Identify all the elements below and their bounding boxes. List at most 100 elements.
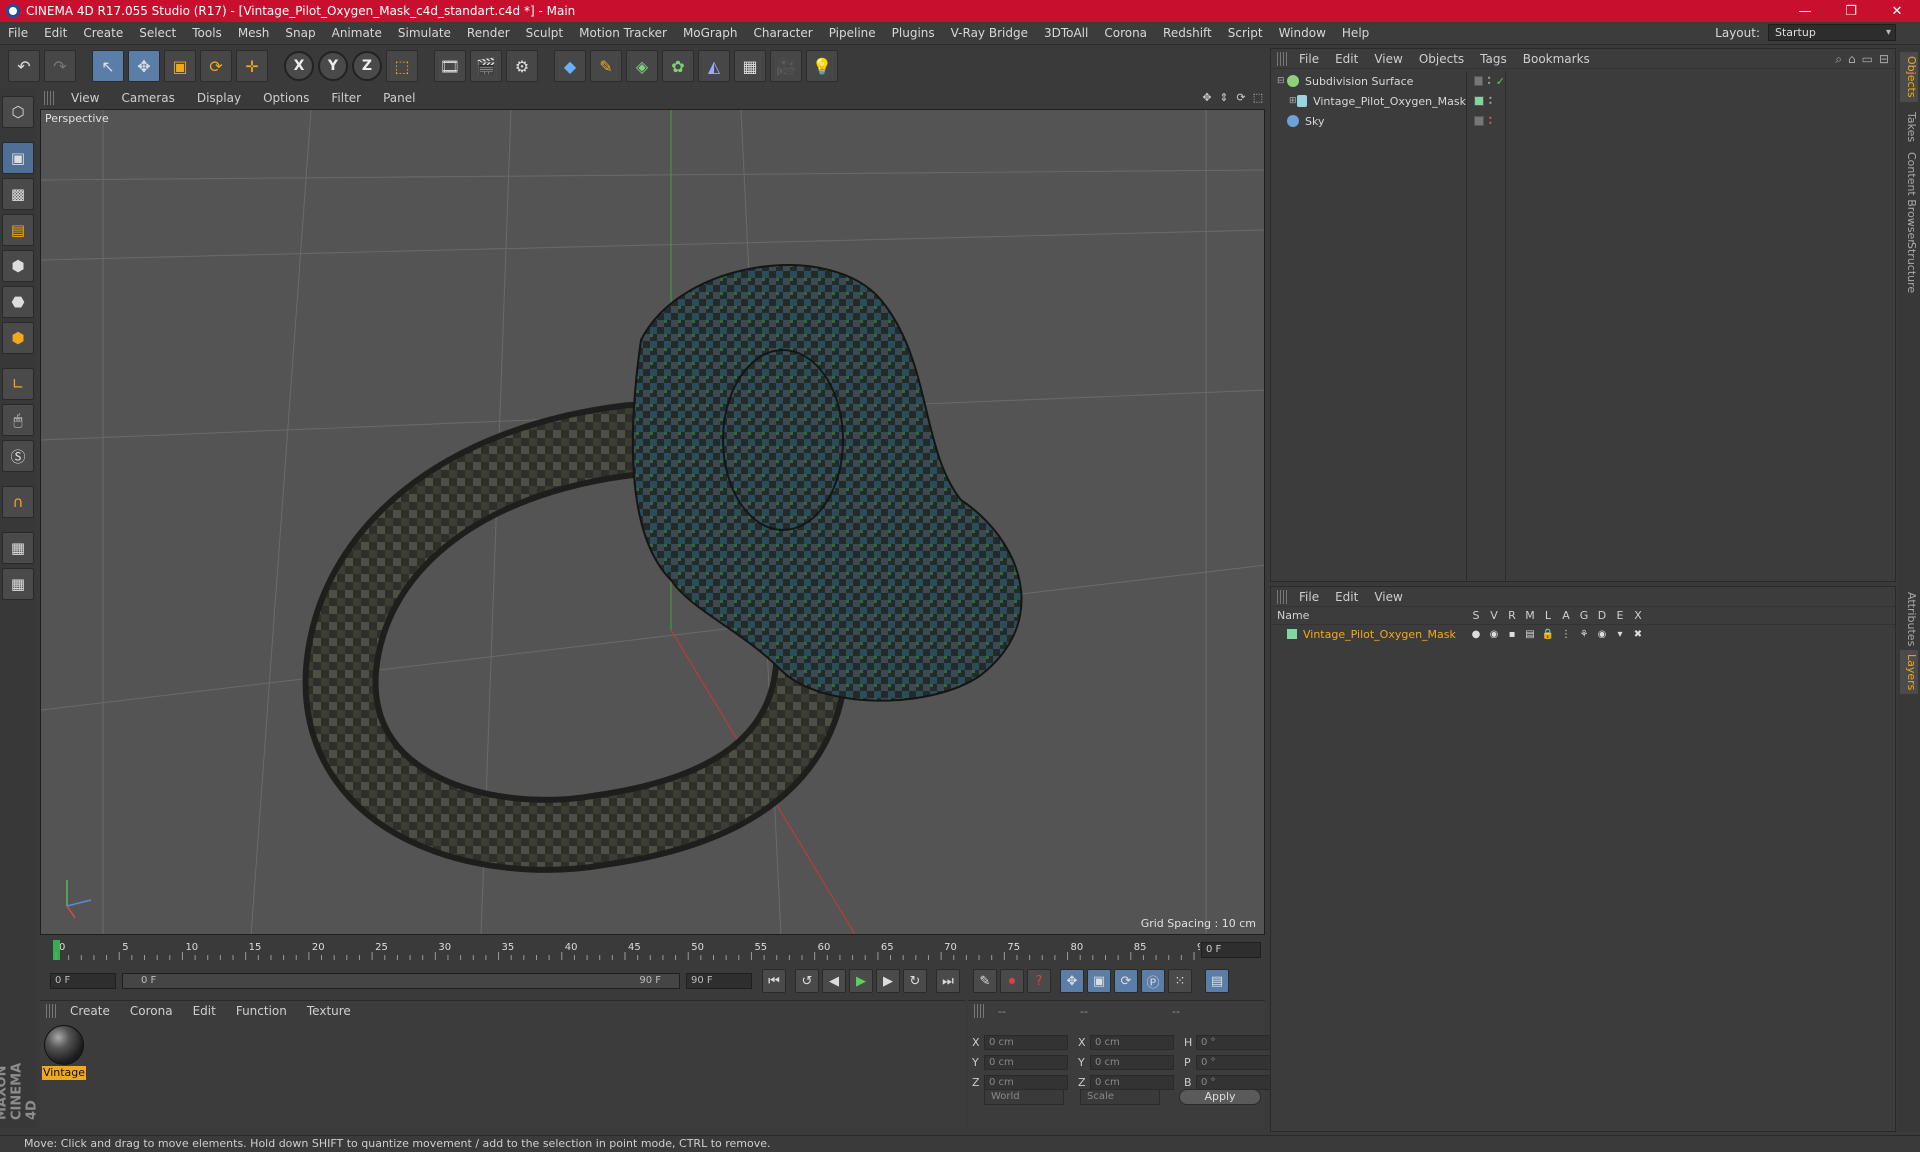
start-frame-field[interactable]: 0 F — [50, 973, 116, 989]
rotation-p-field[interactable]: 0 ° — [1196, 1054, 1276, 1070]
apply-button[interactable]: Apply — [1179, 1089, 1261, 1105]
new-window-icon[interactable]: ▭ — [1862, 52, 1873, 67]
menu-window[interactable]: Window — [1271, 26, 1334, 40]
deformer-icon[interactable]: ◉ — [1593, 629, 1611, 640]
workplane-lock-icon[interactable]: ▦ — [2, 532, 34, 564]
object-menu-tags[interactable]: Tags — [1472, 52, 1515, 66]
home-icon[interactable]: ⌂ — [1848, 52, 1856, 67]
close-button[interactable]: ✕ — [1874, 0, 1920, 22]
3d-viewport[interactable]: Perspective Grid Spacing : 10 cm — [40, 109, 1265, 935]
key-rotation-icon[interactable]: ⟳ — [1114, 969, 1138, 993]
viewport-menu-panel[interactable]: Panel — [372, 91, 426, 105]
layout-dropdown[interactable]: Startup — [1768, 24, 1896, 41]
minimize-button[interactable]: — — [1782, 0, 1828, 22]
object-row-vintage-pilot-oxygen-mask[interactable]: ⊞ Vintage_Pilot_Oxygen_Mask — [1271, 91, 1466, 111]
menu-tools[interactable]: Tools — [184, 26, 230, 40]
menu-file[interactable]: File — [0, 26, 36, 40]
key-position-icon[interactable]: ✥ — [1060, 969, 1084, 993]
polygons-mode-icon[interactable]: ⬢ — [2, 322, 34, 354]
size-z-field[interactable]: 0 cm — [1090, 1074, 1174, 1090]
workplane-mode-icon[interactable]: ▤ — [2, 214, 34, 246]
position-y-field[interactable]: 0 cm — [984, 1054, 1068, 1070]
floor-scene-icon[interactable]: ▦ — [734, 50, 766, 82]
menu-snap[interactable]: Snap — [277, 26, 323, 40]
tab-takes[interactable]: Takes — [1900, 108, 1918, 146]
menu-pipeline[interactable]: Pipeline — [821, 26, 884, 40]
viewport-zoom-icon[interactable]: ⇕ — [1217, 90, 1231, 104]
viewport-camera-label[interactable]: Perspective — [45, 112, 109, 125]
axis-mode-icon[interactable]: ∟ — [2, 368, 34, 400]
layer-menu-edit[interactable]: Edit — [1327, 590, 1366, 604]
generator-icon[interactable]: ⚘ — [1575, 629, 1593, 640]
xref-icon[interactable]: ✖ — [1629, 629, 1647, 640]
object-row-sky[interactable]: Sky — [1271, 111, 1466, 131]
deformer-icon[interactable]: ◭ — [698, 50, 730, 82]
playhead-marker[interactable] — [53, 940, 60, 960]
coordinate-mode-dropdown[interactable]: World — [984, 1089, 1064, 1105]
spline-pen-icon[interactable]: ✎ — [590, 50, 622, 82]
viewport-pan-icon[interactable]: ✥ — [1200, 90, 1214, 104]
object-menu-edit[interactable]: Edit — [1327, 52, 1366, 66]
menu-help[interactable]: Help — [1334, 26, 1377, 40]
menu-animate[interactable]: Animate — [324, 26, 390, 40]
previous-frame-icon[interactable]: ◀ — [822, 969, 846, 993]
render-icon[interactable]: ▪ — [1503, 629, 1521, 640]
render-view-icon[interactable]: 🎞 — [434, 50, 466, 82]
material-menu-function[interactable]: Function — [226, 1004, 297, 1018]
viewport-menu-options[interactable]: Options — [252, 91, 320, 105]
menu-plugins[interactable]: Plugins — [884, 26, 943, 40]
viewport-menu-filter[interactable]: Filter — [320, 91, 372, 105]
transform-tool-icon[interactable]: ✛ — [236, 50, 268, 82]
end-frame-field[interactable]: 90 F — [686, 973, 752, 989]
menu-edit[interactable]: Edit — [36, 26, 75, 40]
maximize-button[interactable]: ❐ — [1828, 0, 1874, 22]
light-icon[interactable]: 💡 — [806, 50, 838, 82]
move-tool-icon[interactable]: ✥ — [128, 50, 160, 82]
menu-select[interactable]: Select — [131, 26, 184, 40]
menu-motion-tracker[interactable]: Motion Tracker — [571, 26, 675, 40]
next-key-icon[interactable]: ↻ — [903, 969, 927, 993]
expression-icon[interactable]: ▾ — [1611, 629, 1629, 640]
enabled-check-icon[interactable]: ✓ — [1496, 75, 1505, 88]
key-scale-icon[interactable]: ▣ — [1087, 969, 1111, 993]
go-to-start-icon[interactable]: ⏮ — [762, 969, 786, 993]
cube-primitive-icon[interactable]: ◆ — [554, 50, 586, 82]
tab-structure[interactable]: Structure — [1900, 238, 1918, 297]
size-mode-dropdown[interactable]: Scale — [1080, 1089, 1160, 1105]
model-mode-icon[interactable]: ▣ — [2, 142, 34, 174]
auto-key-icon[interactable]: ? — [1027, 969, 1051, 993]
mograph-cloner-icon[interactable]: ✿ — [662, 50, 694, 82]
camera-icon[interactable]: 🎥 — [770, 50, 802, 82]
snap-icon[interactable]: Ⓢ — [2, 440, 34, 472]
tab-layers[interactable]: Layers — [1900, 650, 1918, 695]
key-parameter-icon[interactable]: Ⓟ — [1141, 969, 1165, 993]
layer-menu-file[interactable]: File — [1291, 590, 1327, 604]
layer-swatch-icon[interactable] — [1474, 116, 1484, 126]
menu-corona[interactable]: Corona — [1096, 26, 1155, 40]
menu-create[interactable]: Create — [75, 26, 131, 40]
visibility-dots-icon[interactable]: • • — [1488, 115, 1494, 128]
visibility-dots-icon[interactable]: • • — [1488, 95, 1494, 108]
frame-range-slider[interactable]: 0 F 90 F — [122, 973, 680, 989]
record-keys-icon[interactable]: ⏺ — [1000, 969, 1024, 993]
size-y-field[interactable]: 0 cm — [1090, 1054, 1174, 1070]
expand-icon[interactable]: ⊞ — [1289, 96, 1297, 106]
menu-redshift[interactable]: Redshift — [1155, 26, 1220, 40]
animation-icon[interactable]: ⋮ — [1557, 629, 1575, 640]
current-frame-field[interactable]: 0 F — [1201, 942, 1261, 958]
object-menu-bookmarks[interactable]: Bookmarks — [1515, 52, 1598, 66]
menu-mograph[interactable]: MoGraph — [675, 26, 746, 40]
menu-mesh[interactable]: Mesh — [230, 26, 278, 40]
timeline-ruler[interactable]: 051015202530354045505560657075808590 0 F — [40, 936, 1265, 962]
object-row-subdivision-surface[interactable]: ⊟ Subdivision Surface — [1271, 71, 1466, 91]
viewport-maximize-icon[interactable]: ⬚ — [1251, 90, 1265, 104]
position-x-field[interactable]: 0 cm — [984, 1034, 1068, 1050]
size-x-field[interactable]: 0 cm — [1090, 1034, 1174, 1050]
tweak-mode-icon[interactable]: 🖱 — [2, 404, 34, 436]
subdivision-generator-icon[interactable]: ◈ — [626, 50, 658, 82]
play-icon[interactable]: ▶ — [849, 969, 873, 993]
motion-path-icon[interactable]: ✎ — [973, 969, 997, 993]
menu-vray-bridge[interactable]: V-Ray Bridge — [943, 26, 1036, 40]
manager-icon[interactable]: ▤ — [1521, 629, 1539, 640]
layer-swatch-icon[interactable] — [1474, 96, 1484, 106]
